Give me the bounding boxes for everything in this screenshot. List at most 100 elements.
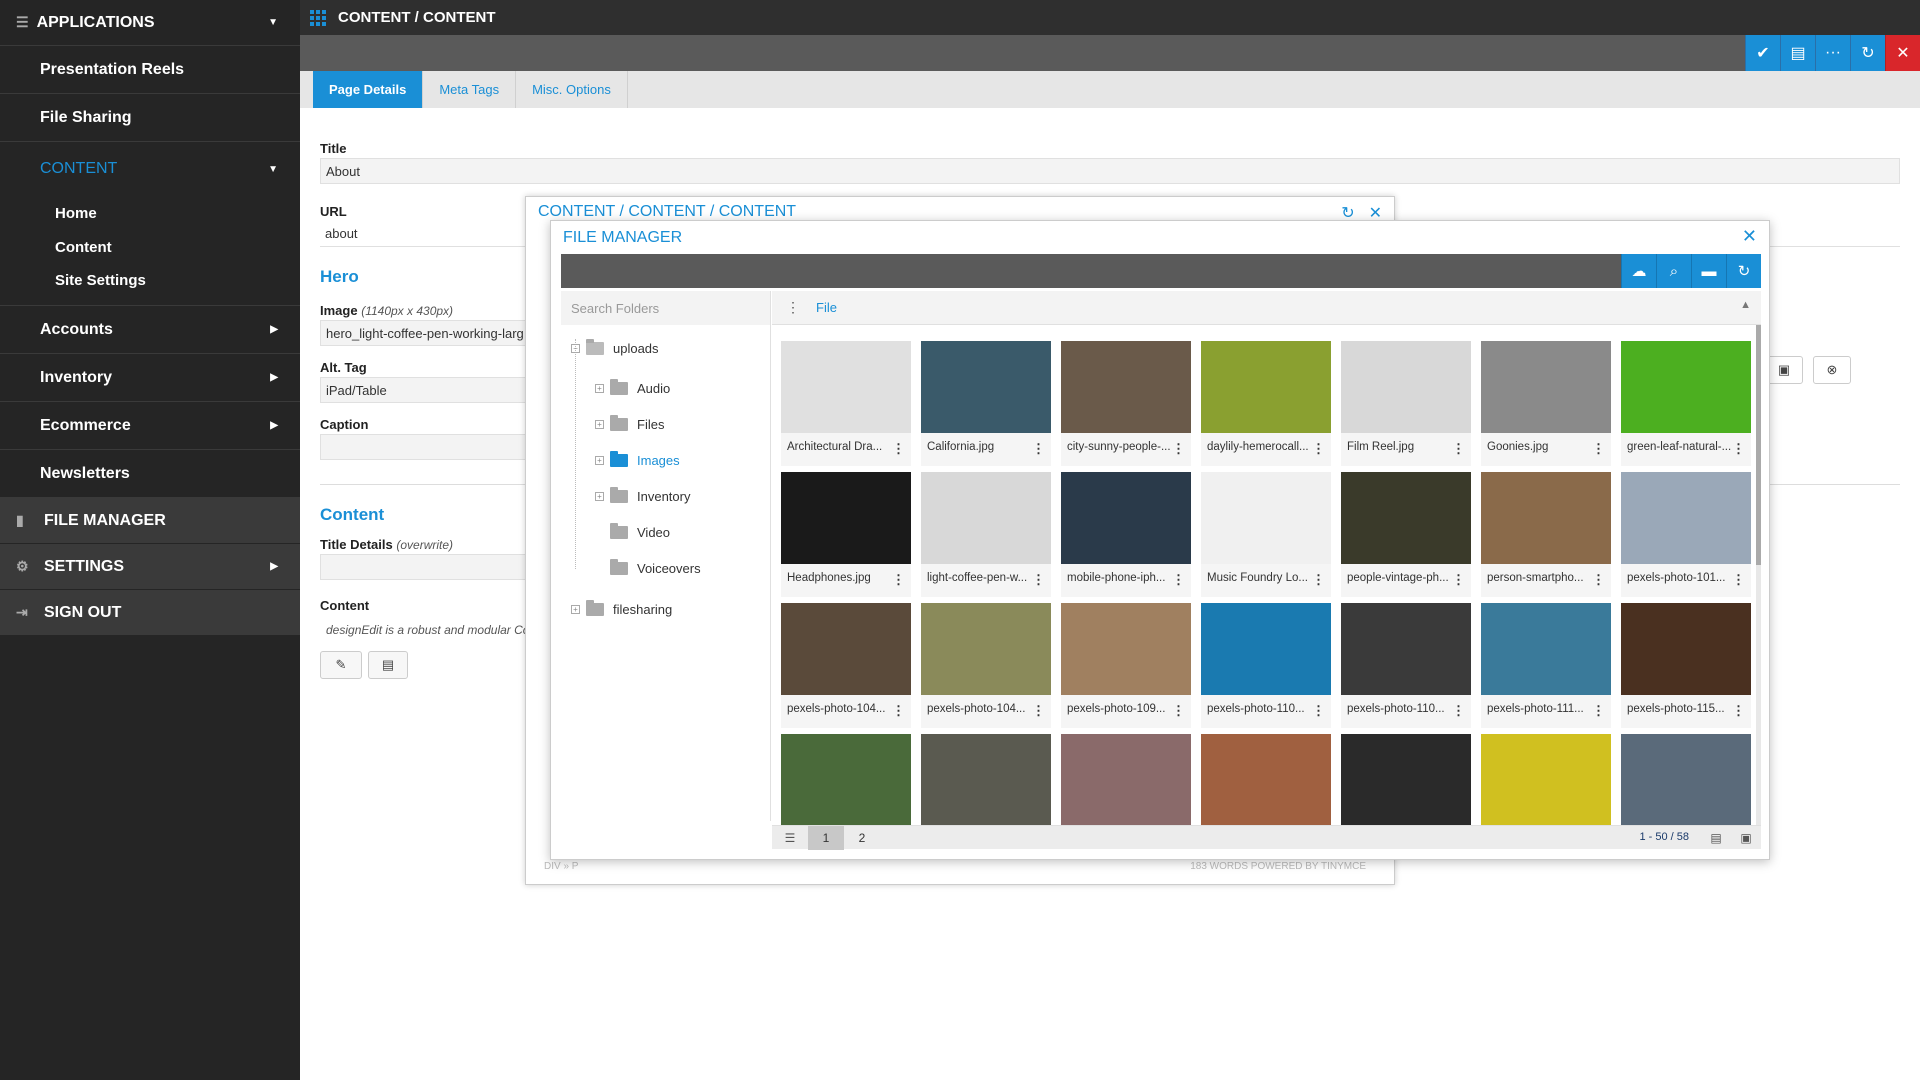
sort-asc-icon[interactable]: ▲	[1740, 299, 1751, 311]
sidebar-item-inventory[interactable]: Inventory ▶	[0, 354, 300, 402]
file-menu-icon[interactable]: ⋮	[892, 441, 905, 457]
refresh-button[interactable]: ↻	[1726, 254, 1761, 288]
file-thumbnail[interactable]: pexels-photo-115... ⋮	[1621, 603, 1751, 728]
file-thumbnail[interactable]: pexels-photo-109... ⋮	[1061, 603, 1191, 728]
file-menu-icon[interactable]: ⋮	[1312, 441, 1325, 457]
tree-folder-uploads[interactable]: − uploads	[571, 339, 659, 356]
file-menu-icon[interactable]: ⋮	[1172, 703, 1185, 719]
upload-button[interactable]: ☁	[1621, 254, 1656, 288]
file-menu-icon[interactable]: ⋮	[1732, 441, 1745, 457]
tree-folder-voiceovers[interactable]: Voiceovers	[610, 559, 701, 576]
file-thumbnail[interactable]: pexels-photo-110... ⋮	[1201, 603, 1331, 728]
file-thumbnail[interactable]: pexels-photo-104... ⋮	[781, 603, 911, 728]
file-thumbnail[interactable]: Film Reel.jpg ⋮	[1341, 341, 1471, 466]
apps-grid-icon[interactable]	[310, 9, 326, 26]
sidebar-item-file-sharing[interactable]: File Sharing	[0, 94, 300, 142]
sidebar-item-accounts[interactable]: Accounts ▶	[0, 306, 300, 354]
file-thumbnail[interactable]	[1341, 734, 1471, 826]
file-menu-icon[interactable]: ⋮	[1172, 572, 1185, 588]
close-icon[interactable]: ✕	[1742, 226, 1757, 247]
file-thumbnail[interactable]: city-sunny-people-... ⋮	[1061, 341, 1191, 466]
document-button[interactable]: ▤	[368, 651, 408, 679]
filter-icon[interactable]: ☰	[772, 826, 808, 850]
file-thumbnail[interactable]: Goonies.jpg ⋮	[1481, 341, 1611, 466]
tree-folder-audio[interactable]: + Audio	[595, 379, 670, 396]
file-thumbnail[interactable]: mobile-phone-iph... ⋮	[1061, 472, 1191, 597]
close-button[interactable]: ✕	[1885, 35, 1920, 71]
file-menu-icon[interactable]: ⋮	[1032, 441, 1045, 457]
file-menu-icon[interactable]: ⋮	[1452, 441, 1465, 457]
file-column-header[interactable]: File	[816, 300, 837, 315]
file-thumbnail[interactable]: person-smartpho... ⋮	[1481, 472, 1611, 597]
page-1-button[interactable]: 1	[808, 826, 844, 850]
save-button[interactable]: ✔	[1745, 35, 1780, 71]
file-thumbnail[interactable]	[1201, 734, 1331, 826]
file-menu-icon[interactable]: ⋮	[892, 572, 905, 588]
tree-folder-video[interactable]: Video	[610, 523, 670, 540]
sidebar-item-file-manager[interactable]: ▮ FILE MANAGER	[0, 498, 300, 544]
file-menu-icon[interactable]: ⋮	[1592, 572, 1605, 588]
list-button[interactable]: ▤	[1780, 35, 1815, 71]
sidebar-item-settings[interactable]: ⚙ SETTINGS ▶	[0, 544, 300, 590]
file-thumbnail[interactable]: Headphones.jpg ⋮	[781, 472, 911, 597]
file-menu-icon[interactable]: ⋮	[1732, 703, 1745, 719]
tab-meta-tags[interactable]: Meta Tags	[423, 71, 517, 108]
sidebar-subitem-site-settings[interactable]: Site Settings	[0, 264, 300, 306]
file-menu-icon[interactable]: ⋮	[1312, 572, 1325, 588]
more-button[interactable]: ···	[1815, 35, 1850, 71]
search-folders-input[interactable]: Search Folders	[561, 291, 770, 325]
file-menu-icon[interactable]: ⋮	[1312, 703, 1325, 719]
list-view-icon[interactable]: ▤	[1701, 826, 1731, 850]
sidebar-subitem-home[interactable]: Home	[0, 196, 300, 230]
file-thumbnail[interactable]	[1481, 734, 1611, 826]
sidebar-item-newsletters[interactable]: Newsletters	[0, 450, 300, 498]
file-thumbnail[interactable]	[1061, 734, 1191, 826]
tree-folder-filesharing[interactable]: + filesharing	[571, 600, 672, 617]
sidebar-item-presentation-reels[interactable]: Presentation Reels	[0, 46, 300, 94]
tree-folder-inventory[interactable]: + Inventory	[595, 487, 690, 504]
tree-folder-files[interactable]: + Files	[595, 415, 664, 432]
applications-menu[interactable]: ☰ APPLICATIONS ▼	[0, 0, 300, 46]
file-thumbnail[interactable]: light-coffee-pen-w... ⋮	[921, 472, 1051, 597]
sidebar-subitem-content[interactable]: Content	[0, 230, 300, 264]
file-thumbnail[interactable]	[1621, 734, 1751, 826]
file-menu-icon[interactable]: ⋮	[1592, 441, 1605, 457]
clear-image-button[interactable]: ⊗	[1813, 356, 1851, 384]
file-thumbnail[interactable]: Architectural Dra... ⋮	[781, 341, 911, 466]
sidebar-item-sign-out[interactable]: ⇥ SIGN OUT	[0, 590, 300, 636]
file-menu-icon[interactable]: ⋮	[1172, 441, 1185, 457]
file-menu-icon[interactable]: ⋮	[1452, 572, 1465, 588]
file-thumbnail[interactable]: daylily-hemerocall... ⋮	[1201, 341, 1331, 466]
image-button[interactable]: ▣	[1765, 356, 1803, 384]
refresh-button[interactable]: ↻	[1850, 35, 1885, 71]
file-menu-icon[interactable]: ⋮	[1732, 572, 1745, 588]
sidebar-item-ecommerce[interactable]: Ecommerce ▶	[0, 402, 300, 450]
scrollbar[interactable]	[1756, 325, 1761, 825]
file-thumbnail[interactable]: California.jpg ⋮	[921, 341, 1051, 466]
grid-view-icon[interactable]: ▣	[1731, 826, 1761, 850]
file-thumbnail[interactable]	[781, 734, 911, 826]
title-field[interactable]: About	[320, 158, 1900, 184]
file-menu-icon[interactable]: ⋮	[892, 703, 905, 719]
file-thumbnail[interactable]: people-vintage-ph... ⋮	[1341, 472, 1471, 597]
file-thumbnail[interactable]: pexels-photo-104... ⋮	[921, 603, 1051, 728]
file-thumbnail[interactable]: green-leaf-natural-... ⋮	[1621, 341, 1751, 466]
file-menu-icon[interactable]: ⋮	[1032, 703, 1045, 719]
tab-misc-options[interactable]: Misc. Options	[516, 71, 628, 108]
tab-page-details[interactable]: Page Details	[313, 71, 424, 108]
column-menu-icon[interactable]: ⋮	[786, 299, 800, 316]
file-thumbnail[interactable]	[921, 734, 1051, 826]
edit-content-button[interactable]: ✎	[320, 651, 362, 679]
search-button[interactable]: ⌕	[1656, 254, 1691, 288]
sidebar-item-content[interactable]: CONTENT ▼	[0, 142, 300, 196]
page-2-button[interactable]: 2	[844, 826, 880, 850]
file-menu-icon[interactable]: ⋮	[1592, 703, 1605, 719]
folder-button[interactable]: ▬	[1691, 254, 1726, 288]
tree-folder-images[interactable]: + Images	[595, 451, 680, 468]
file-thumbnail[interactable]: pexels-photo-101... ⋮	[1621, 472, 1751, 597]
file-thumbnail[interactable]: pexels-photo-110... ⋮	[1341, 603, 1471, 728]
file-menu-icon[interactable]: ⋮	[1032, 572, 1045, 588]
file-thumbnail[interactable]: pexels-photo-111... ⋮	[1481, 603, 1611, 728]
file-menu-icon[interactable]: ⋮	[1452, 703, 1465, 719]
file-thumbnail[interactable]: Music Foundry Lo... ⋮	[1201, 472, 1331, 597]
